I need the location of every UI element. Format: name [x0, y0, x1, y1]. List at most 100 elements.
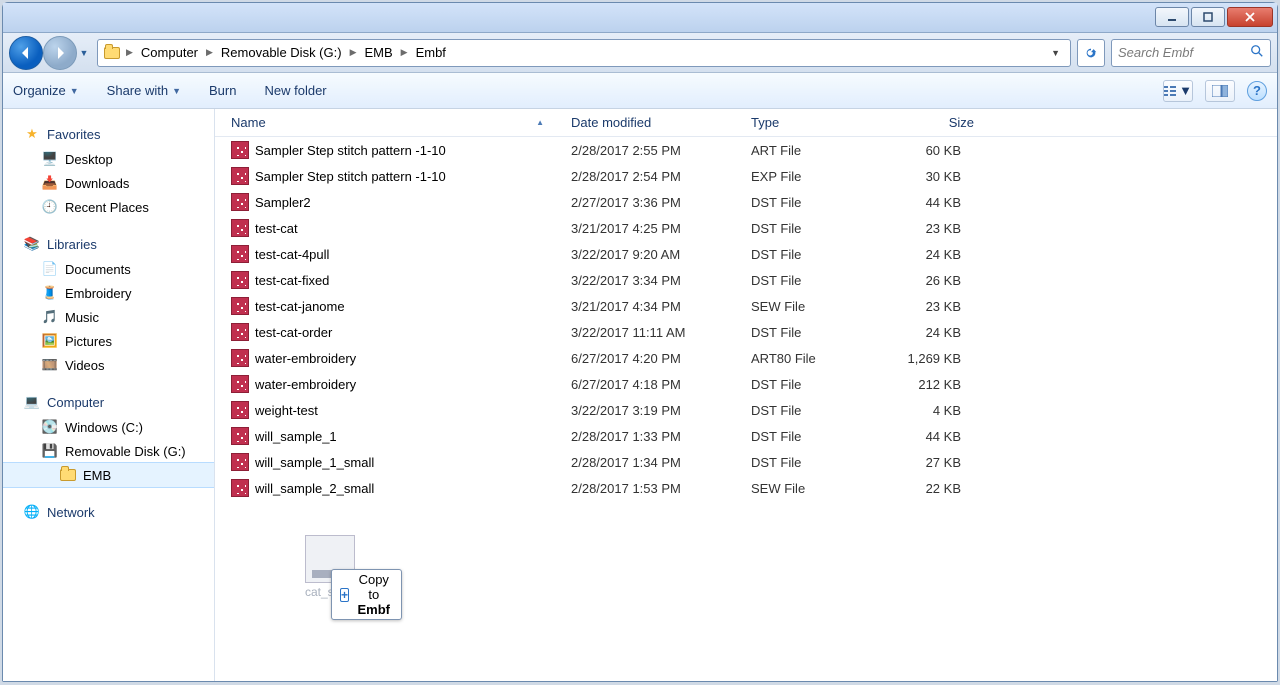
sidebar-item-music[interactable]: 🎵Music: [3, 305, 214, 329]
libraries-group[interactable]: 📚 Libraries: [3, 231, 214, 257]
search-placeholder: Search Embf: [1118, 45, 1193, 60]
embroidery-file-icon: [231, 401, 249, 419]
file-date: 3/21/2017 4:25 PM: [563, 221, 743, 236]
breadcrumb-computer[interactable]: Computer: [137, 43, 202, 62]
star-icon: ★: [23, 125, 41, 143]
breadcrumb-embf[interactable]: Embf: [412, 43, 450, 62]
file-row[interactable]: test-cat-janome3/21/2017 4:34 PMSEW File…: [215, 293, 1277, 319]
computer-group[interactable]: 💻 Computer: [3, 389, 214, 415]
embroidery-file-icon: [231, 375, 249, 393]
file-size: 23 KB: [863, 221, 983, 236]
sidebar-item-downloads[interactable]: 📥Downloads: [3, 171, 214, 195]
file-type: DST File: [743, 195, 863, 210]
help-button[interactable]: ?: [1247, 81, 1267, 101]
file-size: 23 KB: [863, 299, 983, 314]
preview-pane-button[interactable]: [1205, 80, 1235, 102]
file-size: 30 KB: [863, 169, 983, 184]
file-date: 6/27/2017 4:18 PM: [563, 377, 743, 392]
column-header-date[interactable]: Date modified: [563, 115, 743, 130]
embroidery-file-icon: [231, 219, 249, 237]
view-options-button[interactable]: ▼: [1163, 80, 1193, 102]
sidebar-item-embroidery[interactable]: 🧵Embroidery: [3, 281, 214, 305]
network-group[interactable]: 🌐 Network: [3, 499, 214, 525]
nav-row: ▼ ▶ Computer ▶ Removable Disk (G:) ▶ EMB…: [3, 33, 1277, 73]
file-row[interactable]: water-embroidery 6/27/2017 4:18 PMDST Fil…: [215, 371, 1277, 397]
navigation-pane: ★ Favorites 🖥️Desktop 📥Downloads 🕘Recent…: [3, 109, 215, 681]
file-row[interactable]: will_sample_12/28/2017 1:33 PMDST File44…: [215, 423, 1277, 449]
back-button[interactable]: [9, 36, 43, 70]
file-date: 3/22/2017 3:34 PM: [563, 273, 743, 288]
file-row[interactable]: Sampler Step stitch pattern -1-102/28/20…: [215, 163, 1277, 189]
file-name: will_sample_1_small: [255, 455, 374, 470]
file-row[interactable]: will_sample_2_small2/28/2017 1:53 PMSEW …: [215, 475, 1277, 501]
new-folder-button[interactable]: New folder: [264, 83, 326, 98]
file-date: 2/28/2017 2:54 PM: [563, 169, 743, 184]
sidebar-item-documents[interactable]: 📄Documents: [3, 257, 214, 281]
file-row[interactable]: will_sample_1_small2/28/2017 1:34 PMDST …: [215, 449, 1277, 475]
file-type: DST File: [743, 247, 863, 262]
breadcrumb-emb[interactable]: EMB: [360, 43, 396, 62]
plus-icon: +: [340, 588, 349, 602]
organize-menu[interactable]: Organize▼: [13, 83, 79, 98]
address-dropdown[interactable]: ▼: [1045, 46, 1066, 60]
embroidery-file-icon: [231, 427, 249, 445]
sidebar-item-recent-places[interactable]: 🕘Recent Places: [3, 195, 214, 219]
drive-icon: 💽: [41, 418, 59, 436]
embroidery-icon: 🧵: [41, 284, 59, 302]
sidebar-item-windows-c[interactable]: 💽Windows (C:): [3, 415, 214, 439]
file-row[interactable]: Sampler Step stitch pattern -1-102/28/20…: [215, 137, 1277, 163]
drop-tooltip: + Copy to Embf: [331, 569, 402, 620]
embroidery-file-icon: [231, 479, 249, 497]
breadcrumb-disk[interactable]: Removable Disk (G:): [217, 43, 346, 62]
favorites-group[interactable]: ★ Favorites: [3, 121, 214, 147]
file-type: SEW File: [743, 299, 863, 314]
sidebar-item-pictures[interactable]: 🖼️Pictures: [3, 329, 214, 353]
burn-button[interactable]: Burn: [209, 83, 236, 98]
forward-button[interactable]: [43, 36, 77, 70]
share-with-menu[interactable]: Share with▼: [107, 83, 181, 98]
close-button[interactable]: [1227, 7, 1273, 27]
file-row[interactable]: water-embroidery6/27/2017 4:20 PMART80 F…: [215, 345, 1277, 371]
file-type: DST File: [743, 377, 863, 392]
search-icon: [1250, 44, 1264, 61]
file-row[interactable]: test-cat-fixed3/22/2017 3:34 PMDST File2…: [215, 267, 1277, 293]
file-type: DST File: [743, 273, 863, 288]
file-date: 2/28/2017 2:55 PM: [563, 143, 743, 158]
sidebar-item-removable-g[interactable]: 💾Removable Disk (G:): [3, 439, 214, 463]
minimize-button[interactable]: [1155, 7, 1189, 27]
chevron-right-icon[interactable]: ▶: [204, 47, 215, 58]
usb-drive-icon: 💾: [41, 442, 59, 460]
file-size: 22 KB: [863, 481, 983, 496]
file-name: will_sample_2_small: [255, 481, 374, 496]
history-dropdown[interactable]: ▼: [77, 38, 91, 68]
chevron-right-icon[interactable]: ▶: [399, 47, 410, 58]
file-row[interactable]: test-cat-order3/22/2017 11:11 AMDST File…: [215, 319, 1277, 345]
folder-icon: [59, 466, 77, 484]
file-name: will_sample_1: [255, 429, 337, 444]
column-header-size[interactable]: Size: [863, 115, 983, 130]
chevron-right-icon[interactable]: ▶: [348, 47, 359, 58]
file-rows[interactable]: Sampler Step stitch pattern -1-102/28/20…: [215, 137, 1277, 681]
sidebar-item-emb-folder[interactable]: EMB: [3, 463, 214, 487]
sidebar-item-desktop[interactable]: 🖥️Desktop: [3, 147, 214, 171]
file-date: 2/27/2017 3:36 PM: [563, 195, 743, 210]
file-type: EXP File: [743, 169, 863, 184]
sidebar-item-videos[interactable]: 🎞️Videos: [3, 353, 214, 377]
file-type: DST File: [743, 455, 863, 470]
file-name: weight-test: [255, 403, 318, 418]
chevron-right-icon[interactable]: ▶: [124, 47, 135, 58]
file-row[interactable]: Sampler22/27/2017 3:36 PMDST File44 KB: [215, 189, 1277, 215]
embroidery-file-icon: [231, 297, 249, 315]
maximize-button[interactable]: [1191, 7, 1225, 27]
column-header-type[interactable]: Type: [743, 115, 863, 130]
file-size: 24 KB: [863, 325, 983, 340]
file-name: water-embroidery: [255, 377, 356, 392]
file-row[interactable]: test-cat-4pull3/22/2017 9:20 AMDST File2…: [215, 241, 1277, 267]
file-row[interactable]: weight-test3/22/2017 3:19 PMDST File4 KB: [215, 397, 1277, 423]
search-input[interactable]: Search Embf: [1111, 39, 1271, 67]
command-bar: Organize▼ Share with▼ Burn New folder ▼ …: [3, 73, 1277, 109]
refresh-button[interactable]: [1077, 39, 1105, 67]
column-header-name[interactable]: Name▲: [223, 115, 563, 130]
file-row[interactable]: test-cat3/21/2017 4:25 PMDST File23 KB: [215, 215, 1277, 241]
address-bar[interactable]: ▶ Computer ▶ Removable Disk (G:) ▶ EMB ▶…: [97, 39, 1071, 67]
